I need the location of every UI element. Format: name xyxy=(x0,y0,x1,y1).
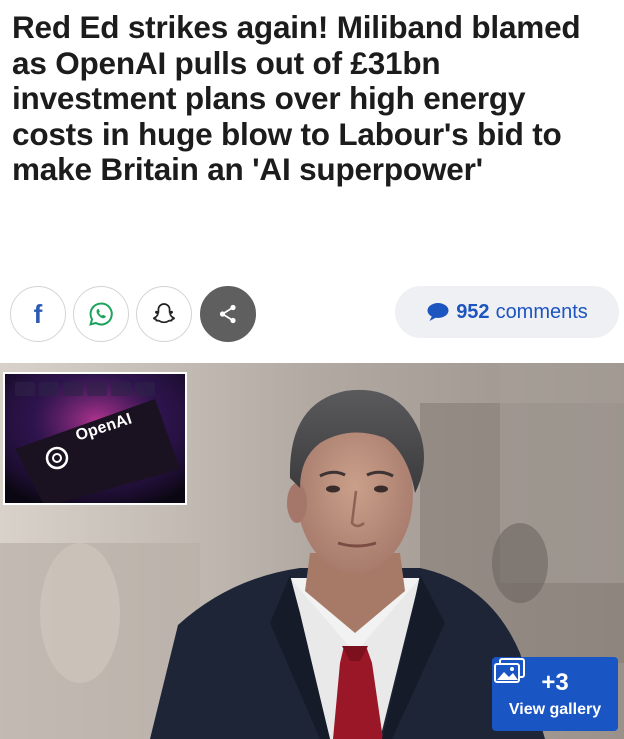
share-facebook-button[interactable]: f xyxy=(10,286,66,342)
gallery-label: View gallery xyxy=(508,701,602,718)
speech-bubble-icon xyxy=(427,303,449,321)
share-snapchat-button[interactable] xyxy=(136,286,192,342)
comments-button[interactable]: 952 comments xyxy=(395,286,619,338)
share-more-button[interactable] xyxy=(200,286,256,342)
whatsapp-icon xyxy=(89,302,113,326)
facebook-icon: f xyxy=(33,299,43,329)
hero-image[interactable]: OpenAI +3 View gallery xyxy=(0,363,624,739)
share-icon xyxy=(219,304,236,324)
share-whatsapp-button[interactable] xyxy=(73,286,129,342)
view-gallery-button[interactable]: +3 View gallery xyxy=(492,657,618,731)
comments-count: 952 xyxy=(456,300,490,323)
share-bar: f 952 comments xyxy=(10,286,619,342)
article-headline: Red Ed strikes again! Miliband blamed as… xyxy=(12,9,581,187)
snapchat-icon xyxy=(153,303,175,324)
gallery-count: +3 xyxy=(541,669,569,696)
inset-openai-image: OpenAI xyxy=(3,372,187,505)
comments-label: comments xyxy=(495,300,588,323)
gallery-icon xyxy=(494,658,525,683)
